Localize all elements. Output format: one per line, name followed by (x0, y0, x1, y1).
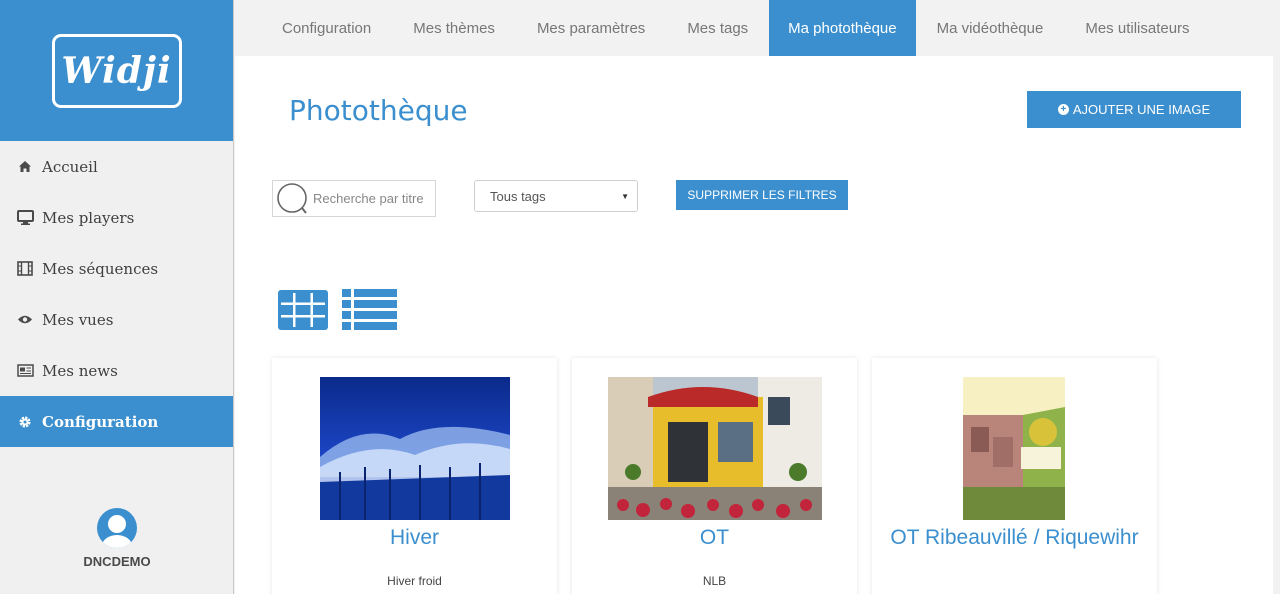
sidebar: Widji Accueil Mes players Mes séquences (0, 0, 234, 594)
tab-utilisateurs[interactable]: Mes utilisateurs (1064, 0, 1210, 56)
sidebar-item-label: Mes news (42, 361, 118, 380)
card-description: Hiver froid (387, 574, 442, 588)
sidebar-item-vues[interactable]: Mes vues (0, 294, 233, 345)
app-root: Widji Accueil Mes players Mes séquences (0, 0, 1280, 594)
search-icon (277, 182, 307, 214)
user-name: DNCDEMO (83, 554, 151, 569)
image-thumbnail (320, 377, 510, 520)
sidebar-item-news[interactable]: Mes news (0, 345, 233, 396)
top-tabs: Configuration Mes thèmes Mes paramètres … (234, 0, 1280, 56)
sidebar-item-accueil[interactable]: Accueil (0, 141, 233, 192)
card-description: NLB (702, 574, 727, 588)
logo[interactable]: Widji (51, 33, 182, 108)
sidebar-item-label: Configuration (42, 412, 159, 431)
image-card[interactable]: Hiver Hiver froid (272, 358, 557, 594)
card-title: Hiver (389, 526, 439, 549)
sidebar-item-configuration[interactable]: Configuration (0, 396, 233, 447)
clear-filters-button[interactable]: SUPPRIMER LES FILTRES (676, 180, 848, 210)
sidebar-item-sequences[interactable]: Mes séquences (0, 243, 233, 294)
sidebar-item-label: Mes vues (42, 310, 114, 329)
tab-parametres[interactable]: Mes paramètres (516, 0, 666, 56)
search-box (272, 180, 436, 217)
add-image-button[interactable]: + AJOUTER UNE IMAGE (1027, 91, 1241, 128)
add-image-label: AJOUTER UNE IMAGE (1072, 102, 1211, 117)
plus-circle-icon: + (1057, 104, 1069, 115)
logo-area: Widji (0, 0, 233, 141)
chevron-down-icon: ▼ (621, 191, 629, 201)
avatar (97, 508, 137, 548)
search-input[interactable] (313, 191, 433, 206)
newspaper-icon (16, 363, 34, 379)
image-thumbnail (963, 377, 1065, 520)
page-title: Photothèque (289, 94, 468, 127)
list-view-icon[interactable] (342, 289, 397, 331)
tab-themes[interactable]: Mes thèmes (392, 0, 516, 56)
image-thumbnail (608, 377, 822, 520)
sidebar-item-players[interactable]: Mes players (0, 192, 233, 243)
tag-filter-select[interactable]: Tous tags ▼ (474, 180, 638, 212)
gear-icon (16, 414, 34, 430)
monitor-icon (16, 210, 34, 226)
sidebar-item-label: Accueil (42, 157, 98, 176)
tab-configuration[interactable]: Configuration (261, 0, 392, 56)
sidebar-item-label: Mes séquences (42, 259, 159, 278)
card-title: OT (699, 526, 730, 549)
film-icon (16, 261, 34, 277)
eye-icon (16, 312, 34, 328)
image-card[interactable]: OT Ribeauvillé / Riquewihr (872, 358, 1157, 594)
grid-view-icon[interactable] (278, 290, 328, 330)
tab-videotheque[interactable]: Ma vidéothèque (916, 0, 1065, 56)
user-profile[interactable]: DNCDEMO (0, 508, 234, 569)
tab-tags[interactable]: Mes tags (666, 0, 769, 56)
tag-filter-value: Tous tags (490, 188, 546, 204)
main-content: Photothèque + AJOUTER UNE IMAGE Tous tag… (235, 56, 1273, 594)
sidebar-item-label: Mes players (42, 208, 135, 227)
tab-phototheque[interactable]: Ma photothèque (769, 0, 916, 56)
image-card[interactable]: OT NLB (572, 358, 857, 594)
card-title: OT Ribeauvillé / Riquewihr (890, 526, 1139, 549)
sidebar-nav: Accueil Mes players Mes séquences Mes vu… (0, 141, 233, 447)
home-icon (16, 159, 34, 175)
